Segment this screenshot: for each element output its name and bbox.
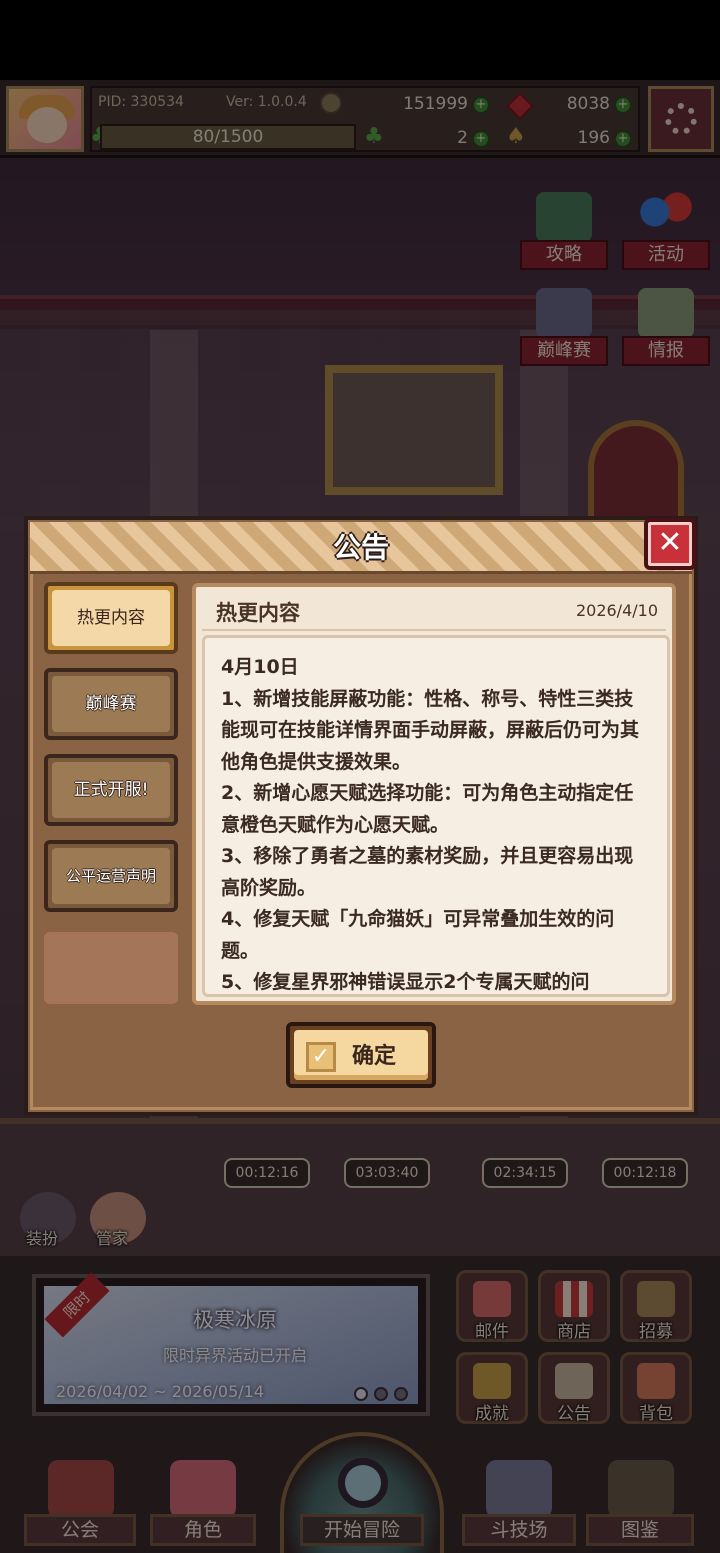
tab-fair-play-label: 公平运营声明: [52, 848, 170, 904]
content-paragraph: 2、新增心愿天赋选择功能：可为角色主动指定任意橙色天赋作为心愿天赋。: [221, 782, 634, 836]
close-icon: ✕: [657, 525, 683, 560]
content-date: 2026/4/10: [575, 601, 658, 620]
tab-hotfix-label: 热更内容: [52, 590, 170, 646]
tab-official-launch[interactable]: 正式开服!: [44, 754, 178, 826]
content-title: 热更内容: [216, 601, 300, 625]
dialog-title: 公告: [332, 531, 389, 564]
announcement-content: 热更内容 2026/4/10 4月10日 1、新增技能屏蔽功能：性格、称号、特性…: [192, 583, 676, 1005]
content-paragraph: 5、修复星界邪神错误显示2个专属天赋的问: [221, 971, 590, 993]
content-paragraph: 4、修复天赋「九命猫妖」可异常叠加生效的问题。: [221, 908, 615, 962]
confirm-button[interactable]: ✓ 确定: [286, 1022, 436, 1088]
tab-official-launch-label: 正式开服!: [52, 762, 170, 818]
content-paragraph: 3、移除了勇者之墓的素材奖励，并且更容易出现高阶奖励。: [221, 845, 634, 899]
close-button[interactable]: ✕: [644, 518, 696, 570]
content-scroll-area[interactable]: 4月10日 1、新增技能屏蔽功能：性格、称号、特性三类技能现可在技能详情界面手动…: [202, 635, 670, 997]
content-header: 热更内容 2026/4/10: [202, 591, 666, 631]
content-paragraph: 1、新增技能屏蔽功能：性格、称号、特性三类技能现可在技能详情界面手动屏蔽，屏蔽后…: [221, 687, 640, 773]
tab-empty-slot: [44, 932, 178, 1004]
confirm-label: 确定: [352, 1044, 397, 1069]
tab-peak-match[interactable]: 巅峰赛: [44, 668, 178, 740]
confirm-button-face: ✓ 确定: [294, 1030, 428, 1080]
dialog-header: 公告: [30, 522, 692, 574]
tab-hotfix[interactable]: 热更内容: [44, 582, 178, 654]
content-paragraph: 4月10日: [221, 656, 299, 678]
tab-fair-play[interactable]: 公平运营声明: [44, 840, 178, 912]
checkmark-icon: ✓: [306, 1042, 336, 1072]
tab-peak-match-label: 巅峰赛: [52, 676, 170, 732]
